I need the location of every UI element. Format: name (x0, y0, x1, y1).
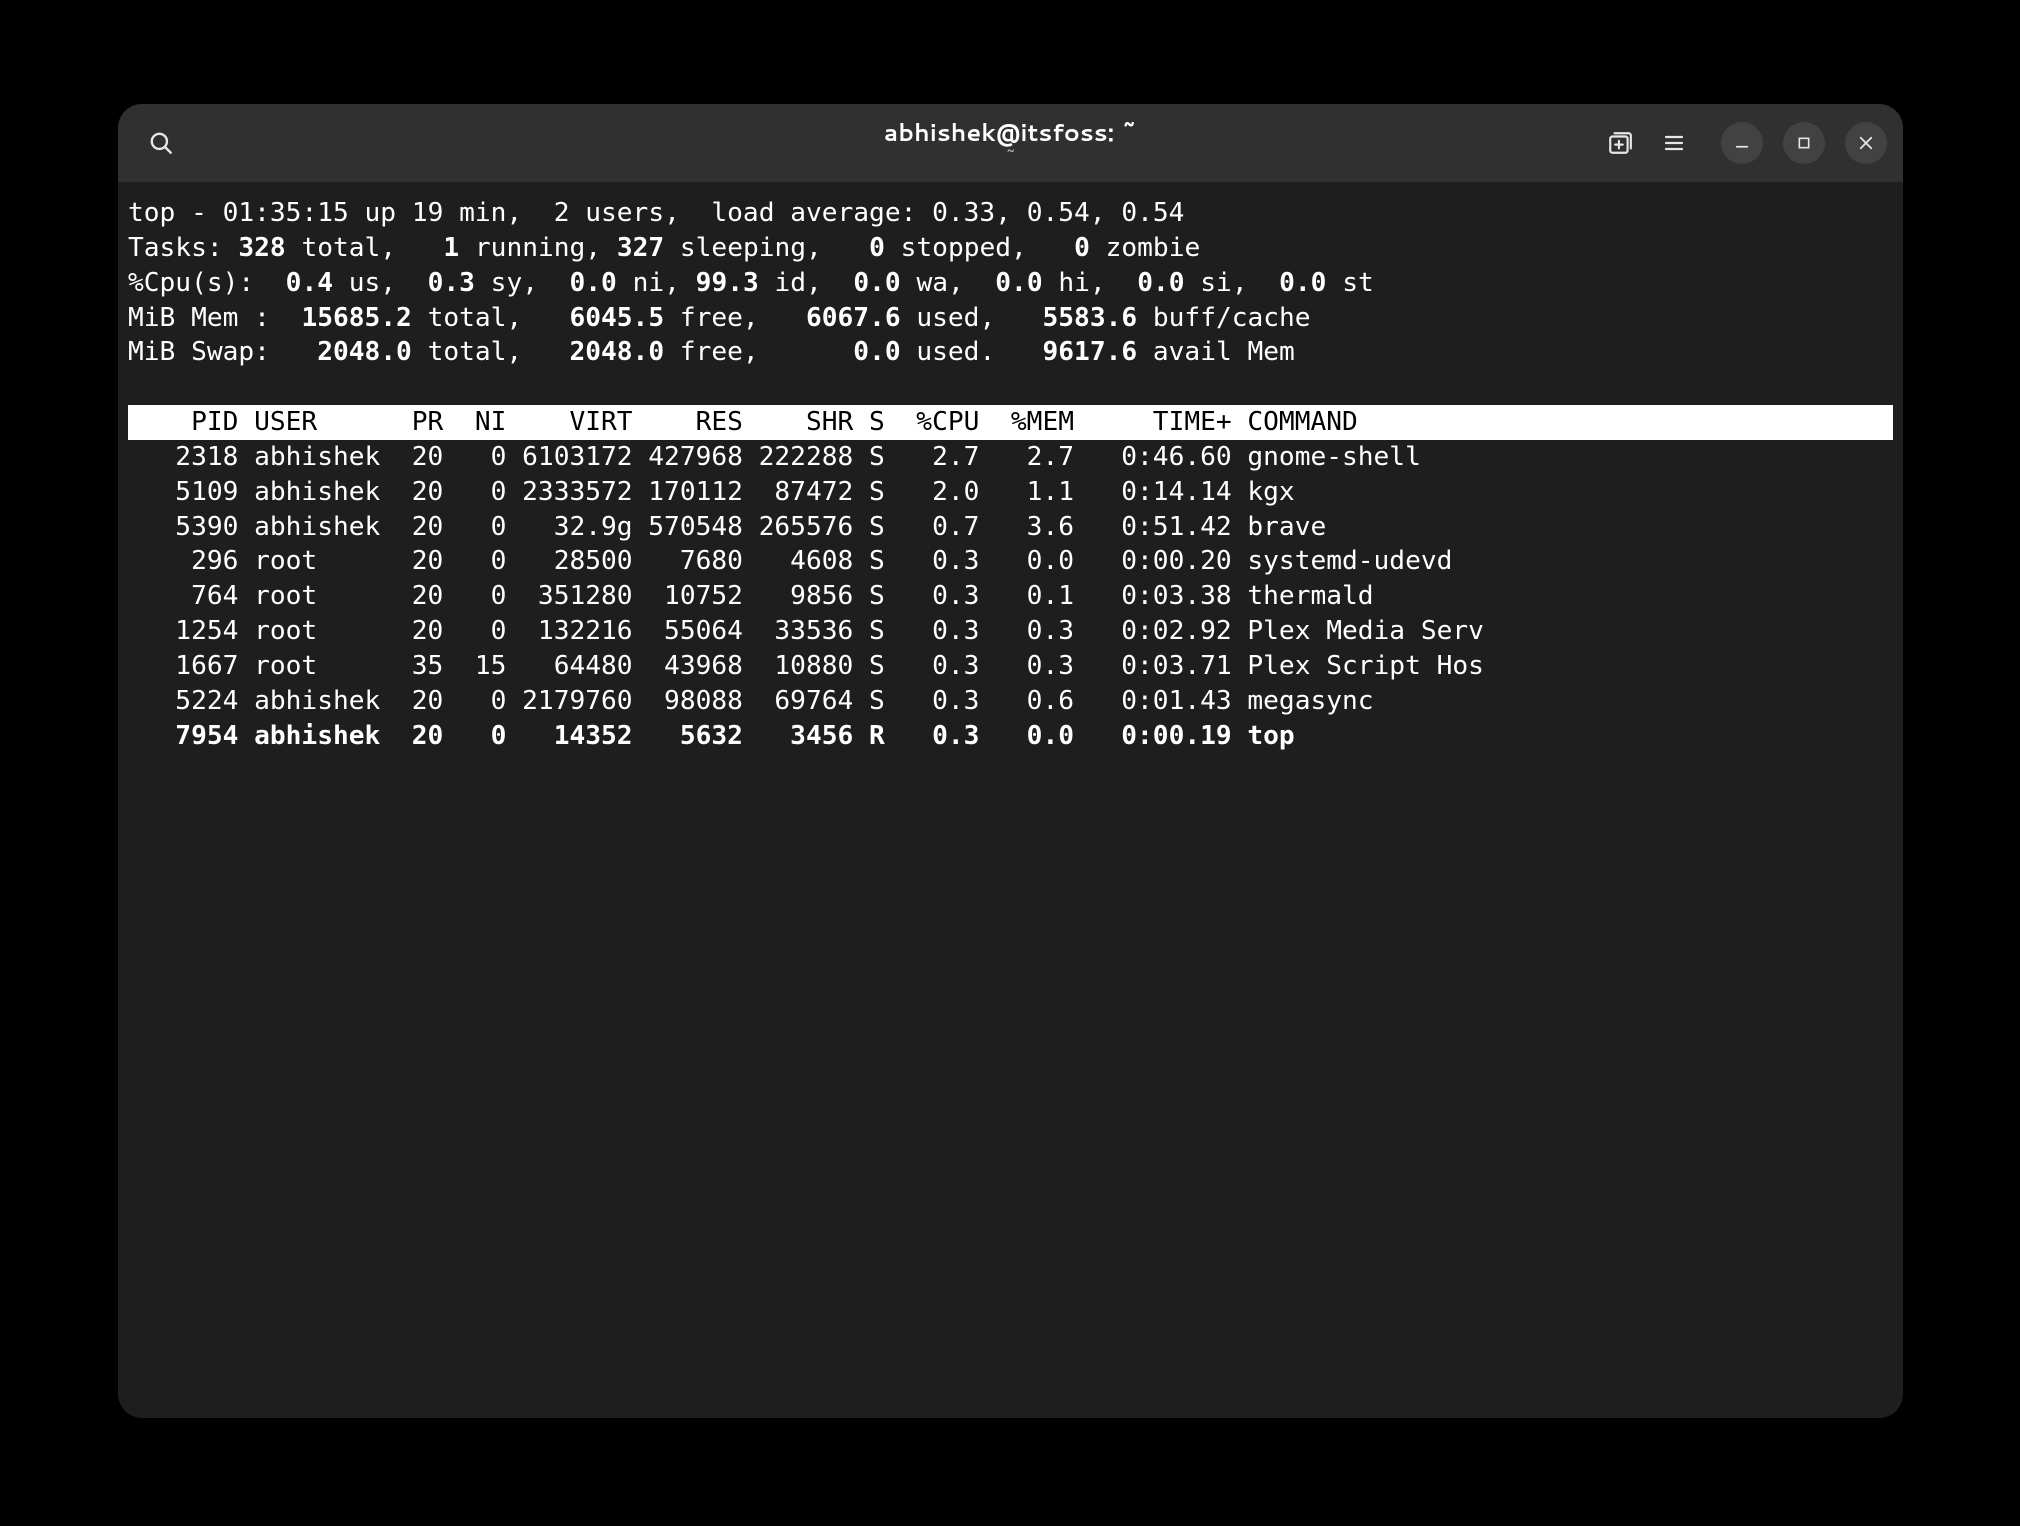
process-row: 1667 root 35 15 64480 43968 10880 S 0.3 … (128, 649, 1893, 684)
title-main: abhishek@itsfoss: ~ (884, 119, 1137, 147)
minimize-button[interactable] (1721, 122, 1763, 164)
title-sub: ~ (884, 146, 1137, 167)
summary-line-mem: MiB Mem : 15685.2 total, 6045.5 free, 60… (128, 301, 1893, 336)
new-tab-icon[interactable] (1593, 116, 1647, 170)
close-button[interactable] (1845, 122, 1887, 164)
process-row: 5390 abhishek 20 0 32.9g 570548 265576 S… (128, 510, 1893, 545)
search-icon[interactable] (134, 116, 188, 170)
process-row: 2318 abhishek 20 0 6103172 427968 222288… (128, 440, 1893, 475)
process-header: PID USER PR NI VIRT RES SHR S %CPU %MEM … (128, 405, 1893, 440)
titlebar: abhishek@itsfoss: ~ ~ (118, 104, 1903, 182)
summary-line-uptime: top - 01:35:15 up 19 min, 2 users, load … (128, 196, 1893, 231)
process-row: 296 root 20 0 28500 7680 4608 S 0.3 0.0 … (128, 544, 1893, 579)
process-row: 764 root 20 0 351280 10752 9856 S 0.3 0.… (128, 579, 1893, 614)
summary-line-cpu: %Cpu(s): 0.4 us, 0.3 sy, 0.0 ni, 99.3 id… (128, 266, 1893, 301)
process-row: 1254 root 20 0 132216 55064 33536 S 0.3 … (128, 614, 1893, 649)
terminal-output[interactable]: top - 01:35:15 up 19 min, 2 users, load … (118, 182, 1903, 754)
maximize-button[interactable] (1783, 122, 1825, 164)
summary-line-tasks: Tasks: 328 total, 1 running, 327 sleepin… (128, 231, 1893, 266)
process-row: 5109 abhishek 20 0 2333572 170112 87472 … (128, 475, 1893, 510)
process-row: 5224 abhishek 20 0 2179760 98088 69764 S… (128, 684, 1893, 719)
hamburger-menu-icon[interactable] (1647, 116, 1701, 170)
summary-line-swap: MiB Swap: 2048.0 total, 2048.0 free, 0.0… (128, 335, 1893, 370)
blank-line (128, 370, 1893, 405)
terminal-window: abhishek@itsfoss: ~ ~ top - 01:35:15 up … (118, 104, 1903, 1418)
process-row: 7954 abhishek 20 0 14352 5632 3456 R 0.3… (128, 719, 1893, 754)
window-title: abhishek@itsfoss: ~ ~ (884, 119, 1137, 167)
